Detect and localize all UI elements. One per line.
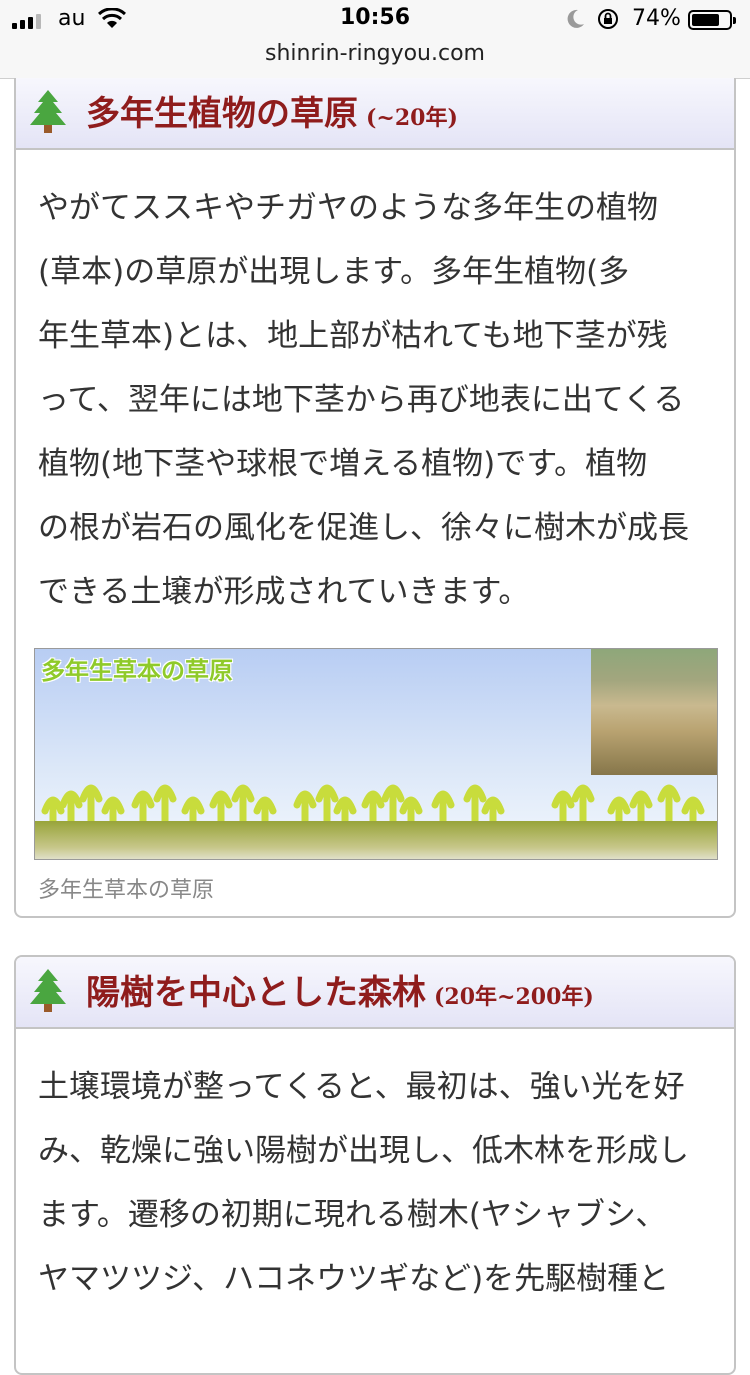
paragraph-line: 植物(地下茎や球根で増える植物)です。植物 bbox=[38, 446, 648, 482]
paragraph-line: って、翌年には地下茎から再び地表に出てくる bbox=[38, 382, 685, 418]
section-title: 陽樹を中心とした森林 (20年~200年) bbox=[86, 973, 594, 1013]
paragraph-line: やがてススキやチガヤのような多年生の植物 bbox=[38, 190, 658, 226]
ground-strip bbox=[35, 821, 717, 859]
paragraph-line: ます。遷移の初期に現れる樹木(ヤシャブシ、 bbox=[38, 1197, 667, 1233]
section-header: 多年生植物の草原 (~20年) bbox=[16, 78, 734, 150]
paragraph-line: の根が岩石の風化を促進し、徐々に樹木が成長 bbox=[38, 510, 689, 546]
paragraph-line: み、乾燥に強い陽樹が出現し、低木林を形成し bbox=[38, 1133, 689, 1169]
section-card: 陽樹を中心とした森林 (20年~200年) 土壌環境が整ってくると、最初は、強い光… bbox=[14, 955, 736, 1375]
url-text: shinrin-ringyou.com bbox=[265, 41, 485, 66]
section-title: 多年生植物の草原 (~20年) bbox=[86, 94, 458, 134]
plants-illustration bbox=[41, 784, 705, 829]
battery-percent: 74% bbox=[632, 6, 681, 31]
section-body: 土壌環境が整ってくると、最初は、強い光を好 み、乾燥に強い陽樹が出現し、低木林を… bbox=[16, 1029, 734, 1311]
paragraph-line: (草本)の草原が出現します。多年生植物(多 bbox=[38, 254, 630, 290]
section-period: (20年~200年) bbox=[434, 984, 594, 1010]
tree-icon bbox=[30, 969, 66, 1012]
paragraph-line: 土壌環境が整ってくると、最初は、強い光を好 bbox=[38, 1069, 685, 1105]
section-period: (~20年) bbox=[366, 105, 458, 131]
grassland-illustration: 多年生草本の草原 bbox=[34, 648, 718, 860]
tree-icon bbox=[30, 90, 66, 133]
address-bar[interactable]: shinrin-ringyou.com bbox=[0, 40, 750, 78]
figure-caption: 多年生草本の草原 bbox=[38, 878, 215, 903]
moon-icon bbox=[567, 9, 584, 28]
paragraph-line: できる土壌が形成されていきます。 bbox=[38, 574, 530, 610]
section-header: 陽樹を中心とした森林 (20年~200年) bbox=[16, 957, 734, 1029]
paragraph-line: 年生草本)とは、地上部が枯れても地下茎が残 bbox=[38, 318, 668, 354]
rotation-lock-icon bbox=[598, 9, 618, 29]
figure-label: 多年生草本の草原 bbox=[41, 657, 233, 685]
status-bar: au 10:56 74% bbox=[0, 0, 750, 40]
battery-icon bbox=[688, 10, 736, 30]
section-card: 多年生植物の草原 (~20年) やがてススキやチガヤのような多年生の植物 (草本)… bbox=[14, 78, 736, 918]
paragraph-line: ヤマツツジ、ハコネウツギなど)を先駆樹種と bbox=[38, 1261, 670, 1297]
section-body: やがてススキやチガヤのような多年生の植物 (草本)の草原が出現します。多年生植物… bbox=[16, 150, 734, 624]
grassland-photo bbox=[591, 649, 717, 775]
